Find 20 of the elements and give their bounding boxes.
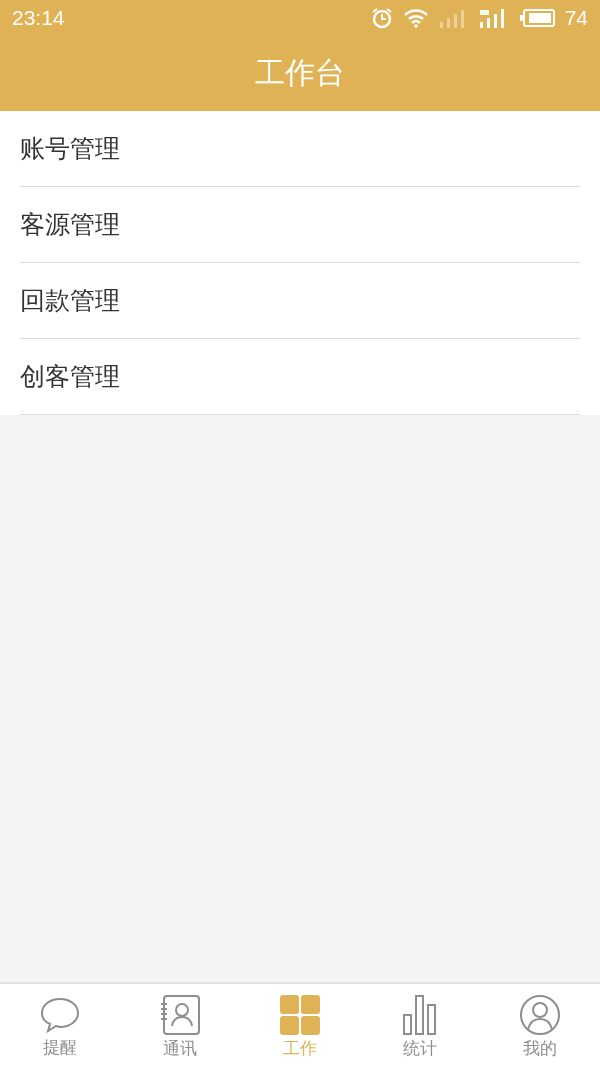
contacts-icon xyxy=(160,995,200,1035)
bar-chart-icon xyxy=(403,995,437,1035)
profile-icon xyxy=(520,995,560,1035)
tab[interactable]: 我的 xyxy=(480,984,600,1067)
status-time: 23:14 xyxy=(12,6,65,30)
tab[interactable]: 通讯 xyxy=(120,984,240,1067)
menu-item[interactable]: 创客管理 xyxy=(20,339,580,415)
page-title: 工作台 xyxy=(255,54,345,92)
chat-icon xyxy=(39,996,81,1034)
wifi-icon xyxy=(402,8,429,28)
alarm-icon xyxy=(370,7,393,29)
battery-icon xyxy=(518,8,555,28)
tab[interactable]: 统计 xyxy=(360,984,480,1067)
menu-item[interactable]: 账号管理 xyxy=(20,111,580,187)
menu-item[interactable]: 回款管理 xyxy=(20,263,580,339)
grid-icon xyxy=(280,995,320,1035)
tab[interactable]: 提醒 xyxy=(0,984,120,1067)
tab[interactable]: 工作 xyxy=(240,984,360,1067)
battery-level: 74 xyxy=(564,6,588,30)
menu-item[interactable]: 客源管理 xyxy=(20,187,580,263)
